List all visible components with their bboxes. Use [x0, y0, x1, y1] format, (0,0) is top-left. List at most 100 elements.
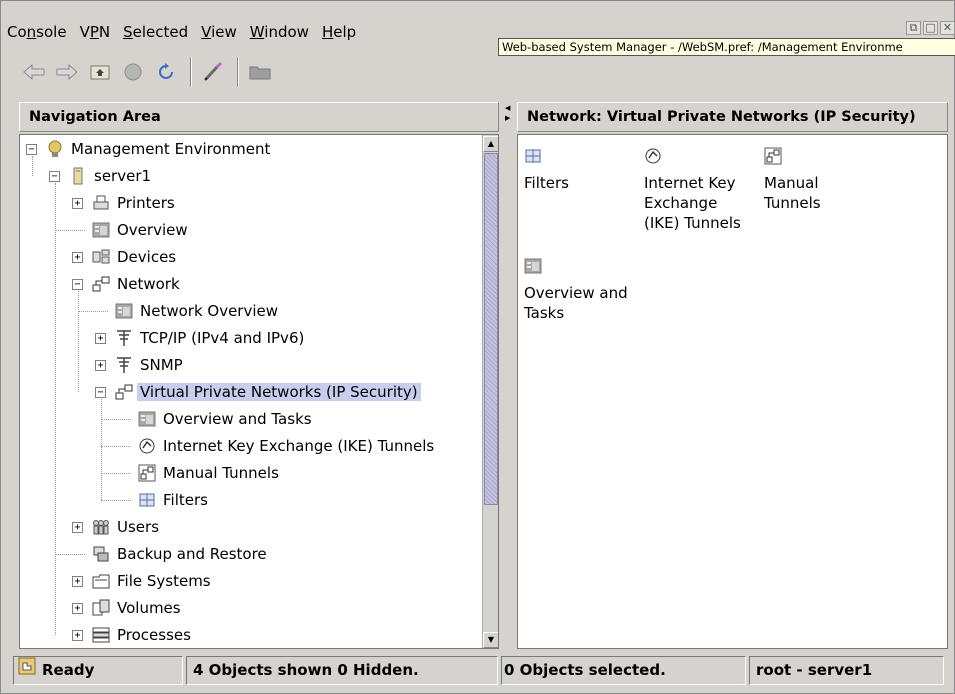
- tree-item[interactable]: − Network: [72, 272, 180, 296]
- menu-label-part: n: [26, 23, 37, 41]
- tree-item-label: TCP/IP (IPv4 and IPv6): [140, 329, 305, 347]
- printer-icon: [91, 193, 111, 213]
- tree-item-label: Processes: [117, 626, 191, 644]
- server-icon: [68, 166, 88, 186]
- reload-icon[interactable]: [151, 58, 181, 86]
- menu-vpn[interactable]: VPN: [80, 21, 111, 43]
- restore-icon[interactable]: ⧉: [906, 21, 921, 35]
- expand-icon[interactable]: +: [72, 197, 83, 209]
- menu-view[interactable]: View: [201, 21, 237, 43]
- tree-item[interactable]: + File Systems: [72, 569, 211, 593]
- tree-item[interactable]: + Printers: [72, 191, 175, 215]
- tree-item[interactable]: + SNMP: [95, 353, 183, 377]
- menu-console[interactable]: Console: [7, 21, 67, 43]
- tree-item-label: Manual Tunnels: [163, 464, 279, 482]
- users-icon: [91, 517, 111, 537]
- tree-item-label: Network Overview: [140, 302, 279, 320]
- network-icon: [91, 274, 111, 294]
- scrollbar-thumb[interactable]: [484, 153, 498, 505]
- tooltip: Web-based System Manager - /WebSM.pref: …: [498, 38, 955, 56]
- globe-icon: [45, 139, 65, 159]
- overview-icon: [114, 301, 134, 321]
- menu-label-part: elp: [333, 23, 357, 41]
- menu-label-part: elected: [132, 23, 189, 41]
- tree-item[interactable]: Overview and Tasks: [118, 407, 312, 431]
- file-systems-icon: [91, 571, 111, 591]
- expand-icon[interactable]: +: [72, 521, 83, 533]
- tunnel-icon: [764, 147, 782, 165]
- menu-label-part: V: [201, 23, 212, 41]
- tree-item[interactable]: + Volumes: [72, 596, 181, 620]
- vertical-scrollbar[interactable]: ▲ ▼: [482, 135, 498, 648]
- folder-icon[interactable]: [245, 58, 275, 86]
- tree-item[interactable]: Backup and Restore: [72, 542, 267, 566]
- expand-icon[interactable]: +: [95, 359, 106, 371]
- tree-item-label: Overview and Tasks: [163, 410, 312, 428]
- tree-item[interactable]: Filters: [118, 488, 208, 512]
- menu-label-part: N: [98, 23, 111, 41]
- tree-item[interactable]: + Processes: [72, 623, 191, 647]
- status-icon: [18, 657, 36, 684]
- menu-bar: Console VPN Selected View Window Help: [7, 21, 369, 43]
- expand-icon[interactable]: +: [95, 332, 106, 344]
- status-objects-shown: 4 Objects shown 0 Hidden.: [186, 656, 498, 685]
- up-folder-icon[interactable]: [85, 58, 115, 86]
- expand-icon[interactable]: +: [72, 602, 83, 614]
- collapse-icon[interactable]: −: [26, 143, 37, 155]
- menu-label-part: Co: [7, 23, 27, 41]
- menu-label-part: V: [79, 23, 90, 41]
- stop-icon[interactable]: [118, 58, 148, 86]
- tree-connector: [78, 291, 79, 392]
- collapse-icon[interactable]: −: [72, 278, 83, 290]
- menu-window[interactable]: Window: [250, 21, 309, 43]
- expand-icon[interactable]: +: [72, 629, 83, 641]
- content-area: Filters Internet Key Exchange (IKE) Tunnels…: [517, 134, 948, 649]
- tree-item[interactable]: Manual Tunnels: [118, 461, 279, 485]
- antenna-icon: [114, 328, 134, 348]
- status-bar: Ready 4 Objects shown 0 Hidden. 0 Object…: [13, 656, 948, 686]
- content-item[interactable]: Manual Tunnels: [764, 147, 821, 213]
- tree-item[interactable]: Overview: [72, 218, 188, 242]
- menu-help[interactable]: Help: [322, 21, 356, 43]
- tree-item-label: Printers: [117, 194, 175, 212]
- tree-item-label: Management Environment: [71, 140, 271, 158]
- navigation-tree: − Management Environment − server1 + Printers…: [19, 134, 499, 649]
- toolbar-separator: [190, 57, 192, 87]
- status-ready-cell: Ready: [13, 656, 183, 685]
- tree-item[interactable]: − Virtual Private Networks (IP Security): [95, 380, 421, 404]
- splitter-right-arrow-icon[interactable]: ▶: [505, 114, 510, 122]
- scroll-down-icon[interactable]: ▼: [483, 632, 498, 648]
- overview-icon: [91, 220, 111, 240]
- maximize-icon[interactable]: □: [923, 21, 938, 35]
- collapse-icon[interactable]: −: [49, 170, 60, 182]
- collapse-icon[interactable]: −: [95, 386, 106, 398]
- menu-selected[interactable]: Selected: [123, 21, 188, 43]
- tree-item[interactable]: Network Overview: [95, 299, 278, 323]
- splitter-left-arrow-icon[interactable]: ◀: [505, 104, 510, 112]
- filter-icon: [524, 147, 542, 165]
- forward-arrow-icon[interactable]: [52, 58, 82, 86]
- scroll-up-icon[interactable]: ▲: [483, 136, 498, 152]
- content-item[interactable]: Overview and Tasks: [524, 257, 628, 323]
- menu-label-part: S: [123, 23, 133, 41]
- content-item[interactable]: Filters: [524, 147, 569, 193]
- find-icon[interactable]: [198, 58, 228, 86]
- back-arrow-icon[interactable]: [19, 58, 49, 86]
- tree-item[interactable]: + Users: [72, 515, 159, 539]
- overview-icon: [524, 257, 542, 275]
- expand-icon[interactable]: +: [72, 575, 83, 587]
- tree-item[interactable]: + TCP/IP (IPv4 and IPv6): [95, 326, 304, 350]
- content-item-label: (IKE) Tunnels: [644, 214, 741, 232]
- pane-splitter[interactable]: ◀ ▶: [501, 102, 515, 652]
- tree-item[interactable]: − server1: [49, 164, 151, 188]
- content-item[interactable]: Internet Key Exchange (IKE) Tunnels: [644, 147, 741, 233]
- content-item-label: Tunnels: [764, 194, 821, 212]
- tree-item-label: Network: [117, 275, 180, 293]
- close-icon[interactable]: ✕: [940, 21, 955, 35]
- tree-item[interactable]: Internet Key Exchange (IKE) Tunnels: [118, 434, 434, 458]
- expand-icon[interactable]: +: [72, 251, 83, 263]
- content-area-header: Network: Virtual Private Networks (IP Se…: [517, 102, 948, 132]
- tree-item[interactable]: − Management Environment: [26, 137, 270, 161]
- tree-item[interactable]: + Devices: [72, 245, 176, 269]
- tree-item-label: SNMP: [140, 356, 183, 374]
